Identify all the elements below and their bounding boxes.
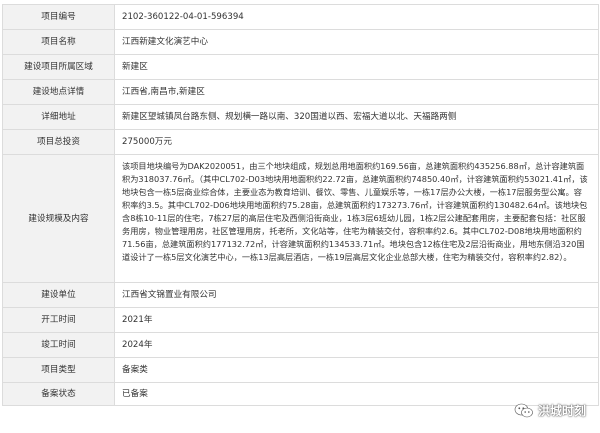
row-label: 项目总投资 [3,130,115,154]
row-label: 建设项目所属区域 [3,55,115,79]
row-label: 建设单位 [3,283,115,307]
watermark-text: 洪城时刻 [537,404,586,418]
table-row: 建设项目所属区域 新建区 [3,55,599,80]
row-value: 275000万元 [115,130,599,154]
row-value: 2024年 [115,333,599,357]
table-row: 竣工时间 2024年 [3,333,599,358]
project-info-table: 项目编号 2102-360122-04-01-596394 项目名称 江西新建文… [2,4,599,406]
table-row: 项目编号 2102-360122-04-01-596394 [3,5,599,30]
row-label: 竣工时间 [3,333,115,357]
row-value: 新建区望城镇凤台路东侧、规划横一路以南、320国道以西、宏福大道以北、天福路两侧 [115,105,599,129]
row-value: 江西省,南昌市,新建区 [115,80,599,104]
row-label: 建设规模及内容 [3,155,115,282]
row-label: 开工时间 [3,308,115,332]
row-label: 备案状态 [3,383,115,405]
watermark: 洪城时刻 [514,402,586,419]
row-label: 项目编号 [3,5,115,29]
table-row: 项目类型 备案类 [3,358,599,383]
row-label: 项目名称 [3,30,115,54]
wechat-icon [514,403,534,419]
table-row: 建设规模及内容 该项目地块编号为DAK2020051，由三个地块组成，规划总用地… [3,155,599,283]
row-value: 备案类 [115,358,599,382]
row-label: 详细地址 [3,105,115,129]
row-value: 新建区 [115,55,599,79]
table-row: 详细地址 新建区望城镇凤台路东侧、规划横一路以南、320国道以西、宏福大道以北、… [3,105,599,130]
row-value: 江西省文锦置业有限公司 [115,283,599,307]
row-value: 2102-360122-04-01-596394 [115,5,599,29]
table-row: 建设地点详情 江西省,南昌市,新建区 [3,80,599,105]
row-value: 江西新建文化演艺中心 [115,30,599,54]
row-value: 2021年 [115,308,599,332]
table-row: 开工时间 2021年 [3,308,599,333]
table-row: 建设单位 江西省文锦置业有限公司 [3,283,599,308]
row-value: 该项目地块编号为DAK2020051，由三个地块组成，规划总用地面积约169.5… [115,155,599,282]
table-row: 备案状态 已备案 [3,383,599,406]
table-row: 项目名称 江西新建文化演艺中心 [3,30,599,55]
row-label: 建设地点详情 [3,80,115,104]
table-row: 项目总投资 275000万元 [3,130,599,155]
row-label: 项目类型 [3,358,115,382]
